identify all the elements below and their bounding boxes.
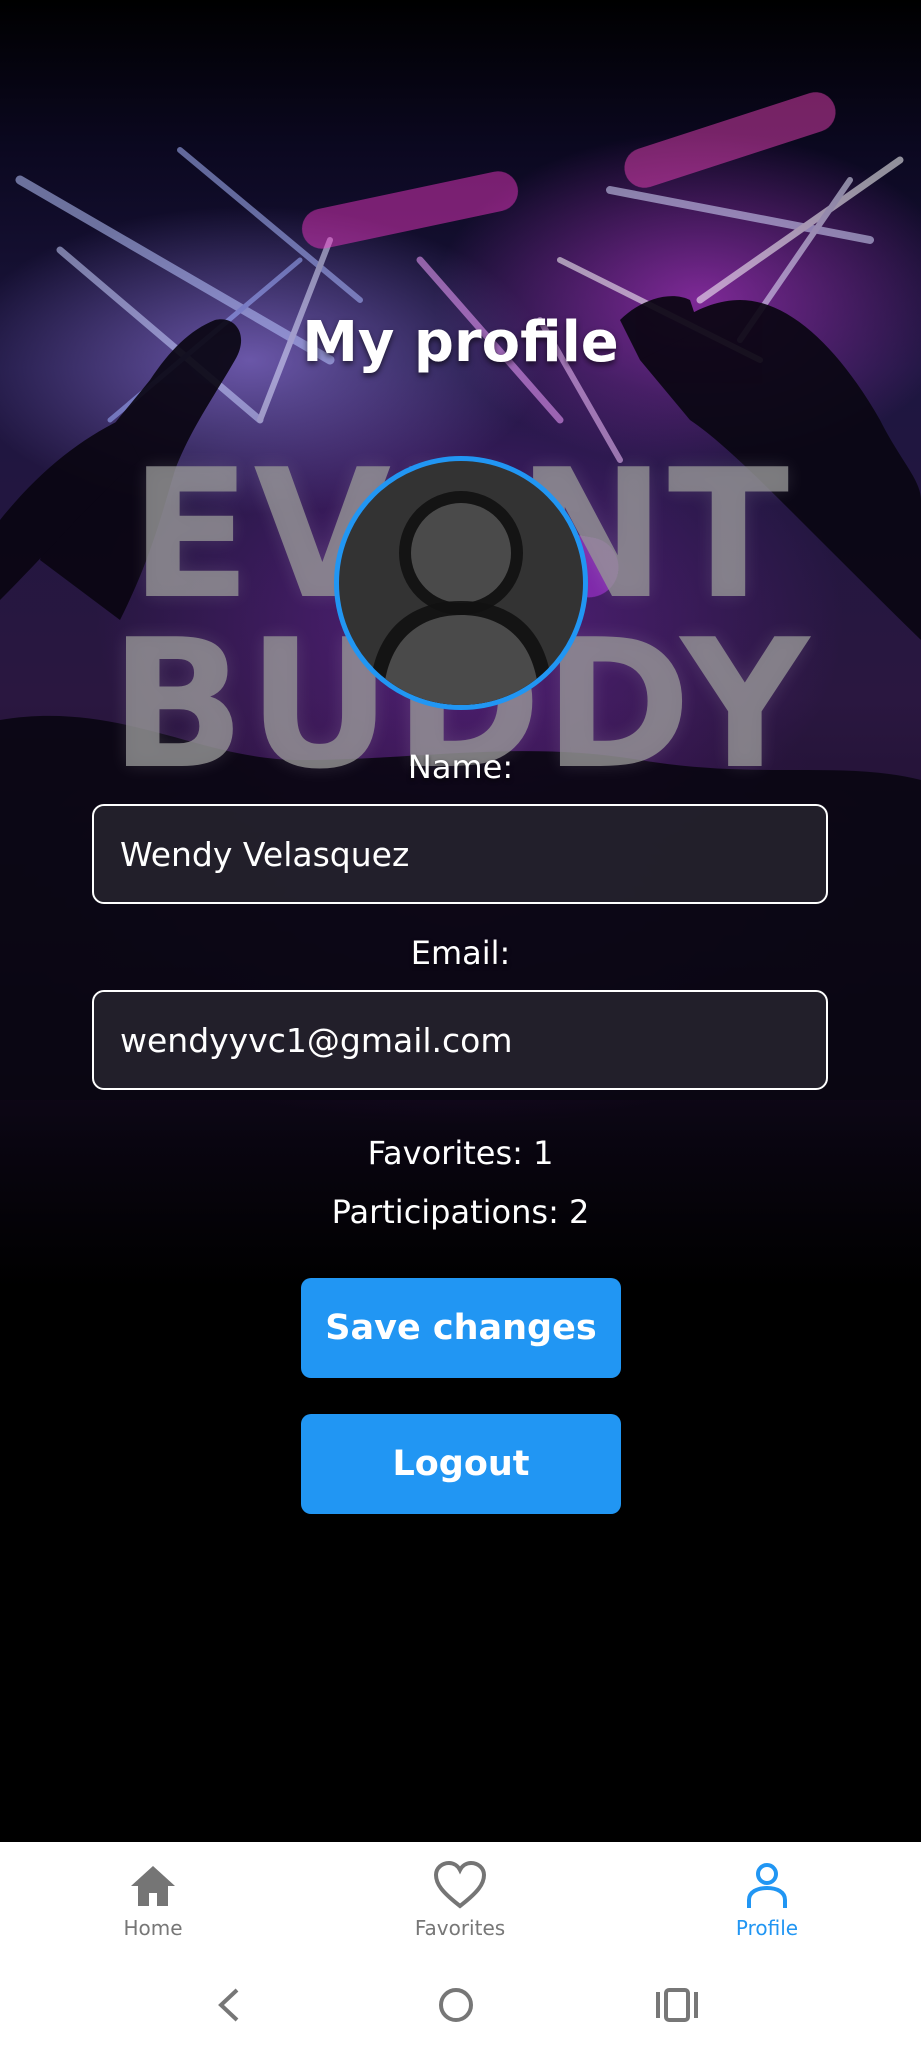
heart-icon	[433, 1860, 487, 1909]
home-icon	[131, 1866, 175, 1906]
nav-item-favorites[interactable]: Favorites	[380, 1842, 540, 1962]
email-field[interactable]	[94, 992, 826, 1088]
concert-background: EVENT BUDDY	[0, 0, 921, 1842]
avatar[interactable]	[334, 456, 588, 710]
nav-label-profile: Profile	[735, 1916, 799, 1940]
favorites-count: Favorites: 1	[367, 1134, 554, 1172]
logout-button[interactable]: Logout	[301, 1414, 621, 1514]
recents-icon[interactable]	[652, 1982, 702, 2028]
bottom-navigation: Home Favorites Profile	[0, 1842, 921, 1962]
home-circle-icon[interactable]	[431, 1982, 481, 2028]
nav-item-home[interactable]: Home	[73, 1842, 233, 1962]
nav-item-profile[interactable]: Profile	[687, 1842, 847, 1962]
save-changes-button[interactable]: Save changes	[301, 1278, 621, 1378]
system-navigation-bar	[0, 1962, 921, 2048]
back-icon[interactable]	[205, 1982, 255, 2028]
nav-label-home: Home	[123, 1916, 183, 1940]
name-field-container	[92, 804, 828, 904]
name-label: Name:	[407, 748, 514, 786]
email-field-container	[92, 990, 828, 1090]
name-field[interactable]	[94, 806, 826, 902]
page-title: My profile	[302, 310, 619, 375]
person-icon	[747, 1863, 787, 1908]
email-label: Email:	[410, 934, 511, 972]
person-icon	[369, 491, 553, 705]
nav-label-favorites: Favorites	[414, 1916, 506, 1940]
participations-count: Participations: 2	[331, 1193, 590, 1231]
